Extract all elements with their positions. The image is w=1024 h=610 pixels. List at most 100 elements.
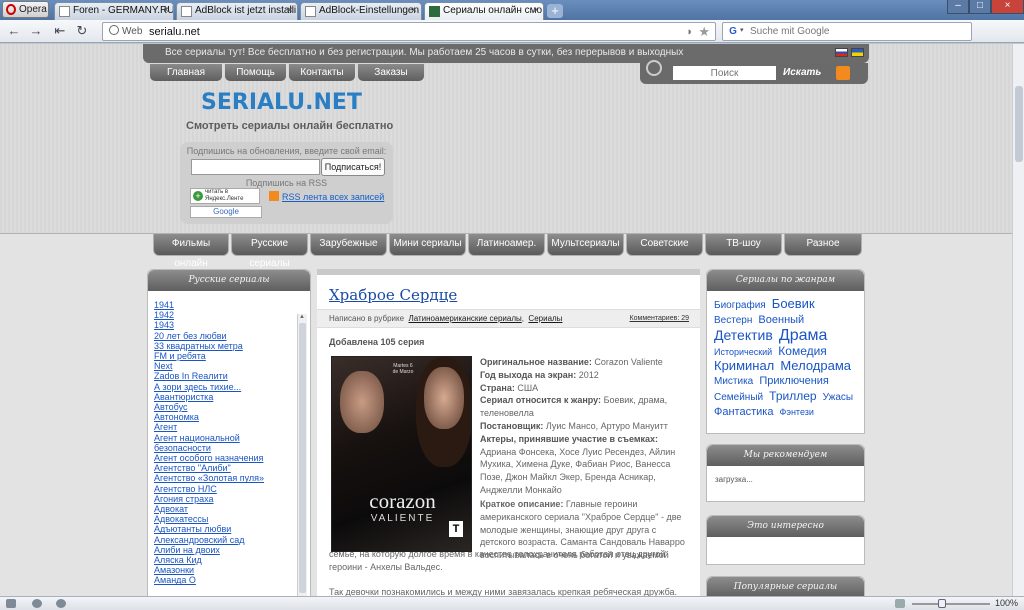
genre-tag[interactable]: Приключения [759,375,829,387]
category-tab[interactable]: Латиноамер. [468,234,545,256]
series-link[interactable]: 1942 [154,310,294,320]
url-field[interactable]: Web serialu.net ◗ ★ [102,22,716,41]
series-link[interactable]: безопасности [154,443,294,453]
new-tab-button[interactable]: + [547,4,563,18]
view-icon[interactable] [895,599,905,608]
opera-menu-button[interactable]: Opera [2,1,49,18]
close-window-button[interactable]: × [991,0,1024,14]
rubric-link[interactable]: Сериалы [528,314,562,323]
cloud-icon[interactable] [32,599,42,608]
menu-item-orders[interactable]: Заказы [358,64,424,81]
google-reader-button[interactable]: Google [190,206,262,218]
page-scrollbar[interactable] [1012,44,1024,596]
rss-feed-link[interactable]: RSS лента всех записей [282,192,384,202]
scrollbar-thumb[interactable] [1015,86,1023,162]
series-link[interactable]: Агония страха [154,494,294,504]
browser-tab[interactable]: Foren - GERMANY.RU -... × [54,2,174,20]
series-poster[interactable]: Martes 6 de Marzo corazon VALIENTE T [331,356,472,552]
yandex-lenta-button[interactable]: читать в Яндекс.Ленте [190,188,260,204]
feed-icon[interactable]: ◗ [686,26,693,38]
browser-search-field[interactable]: G ▾ Suche mit Google [722,22,972,41]
scroll-up-icon[interactable]: ▲ [299,314,305,320]
reload-icon[interactable]: ↻ [74,23,90,39]
comments-link[interactable]: Комментариев: 29 [630,310,689,327]
series-link[interactable]: Агентство НЛС [154,484,294,494]
series-link[interactable]: Александровский сад [154,535,294,545]
category-tab[interactable]: Русские сериалы [231,234,308,269]
series-link[interactable]: Агент [154,422,294,432]
menu-item-help[interactable]: Помощь [225,64,286,81]
genre-tag[interactable]: Фэнтези [780,407,814,417]
browser-tab[interactable]: AdBlock-Einstellungen × [300,2,422,20]
category-tab[interactable]: Мультсериалы [547,234,624,256]
genre-tag[interactable]: Ужасы [823,392,853,403]
genre-tag[interactable]: Вестерн [714,315,752,326]
category-tab[interactable]: Фильмы онлайн [153,234,229,269]
menu-item-contacts[interactable]: Контакты [289,64,355,81]
speed-dial-icon[interactable] [56,599,66,608]
series-link[interactable]: Zadов In Reaлити [154,371,294,381]
close-tab-icon[interactable]: × [287,3,293,19]
forward-icon[interactable]: → [28,23,44,39]
site-search-button[interactable]: Искать [783,67,821,78]
category-tab[interactable]: Зарубежные [310,234,387,256]
genre-tag[interactable]: Биография [714,300,766,311]
browser-tab[interactable]: AdBlock ist jetzt installi... × [176,2,298,20]
series-link[interactable]: Автономка [154,412,294,422]
series-link[interactable]: 33 квадратных метра [154,341,294,351]
genre-tag[interactable]: Детектив [714,327,773,343]
series-link[interactable]: Адвокат [154,504,294,514]
series-link[interactable]: Аляска Кид [154,555,294,565]
category-tab[interactable]: Разное [784,234,862,256]
series-link[interactable]: Амазонки [154,565,294,575]
rubric-link[interactable]: Латиноамериканские сериалы [408,314,521,323]
category-tab[interactable]: ТВ-шоу [705,234,782,256]
bookmark-star-icon[interactable]: ★ [698,24,710,40]
series-link[interactable]: Агентство «Золотая пуля» [154,473,294,483]
series-link[interactable]: Адвокатессы [154,514,294,524]
series-link[interactable]: Аманда О [154,575,294,585]
series-link[interactable]: Алиби на двоих [154,545,294,555]
series-link[interactable]: Авантюристка [154,392,294,402]
genre-tag[interactable]: Семейный [714,392,763,403]
category-tab[interactable]: Советские [626,234,703,256]
zoom-slider-track[interactable] [912,603,990,605]
category-tab[interactable]: Мини сериалы [389,234,466,256]
ukrainian-flag-icon[interactable] [851,48,864,57]
series-link[interactable]: Next [154,361,294,371]
genre-tag[interactable]: Комедия [778,344,827,358]
list-scrollbar[interactable]: ▲ [297,314,307,596]
series-link[interactable]: Агент национальной [154,433,294,443]
article-title[interactable]: Храброе Сердце [329,286,457,304]
genre-tag[interactable]: Мистика [714,376,753,387]
site-logo[interactable]: SERIALU.NET [201,90,362,115]
close-tab-icon[interactable]: × [163,3,169,19]
series-link[interactable]: 1943 [154,320,294,330]
rss-icon[interactable] [836,66,850,80]
genre-tag[interactable]: Триллер [769,389,816,403]
zoom-slider-knob[interactable] [938,599,946,608]
genre-tag[interactable]: Боевик [772,296,815,311]
genre-tag[interactable]: Военный [758,314,804,326]
genre-tag[interactable]: Драма [779,327,828,344]
maximize-button[interactable]: □ [969,0,991,14]
genre-tag[interactable]: Криминал [714,358,774,373]
series-link[interactable]: А зори здесь тихие... [154,382,294,392]
site-search-input[interactable] [673,66,776,80]
minimize-button[interactable]: – [947,0,969,14]
dropdown-arrow-icon[interactable]: ▾ [740,26,744,34]
browser-tab-active[interactable]: Сериалы онлайн смо... × [424,2,544,20]
series-link[interactable]: FM и ребята [154,351,294,361]
series-link[interactable]: Адъютанты любви [154,524,294,534]
subscribe-button[interactable]: Подписаться! [321,158,385,176]
scrollbar-thumb[interactable] [299,323,306,593]
genre-tag[interactable]: Исторический [714,347,772,357]
close-tab-icon[interactable]: × [533,3,539,19]
series-link[interactable]: 20 лет без любви [154,331,294,341]
rewind-icon[interactable]: ⇤ [52,23,68,39]
series-link[interactable]: 1941 [154,300,294,310]
subscribe-email-input[interactable] [191,159,320,175]
russian-flag-icon[interactable] [835,48,848,57]
back-icon[interactable]: ← [6,23,22,39]
genre-tag[interactable]: Фантастика [714,406,773,418]
